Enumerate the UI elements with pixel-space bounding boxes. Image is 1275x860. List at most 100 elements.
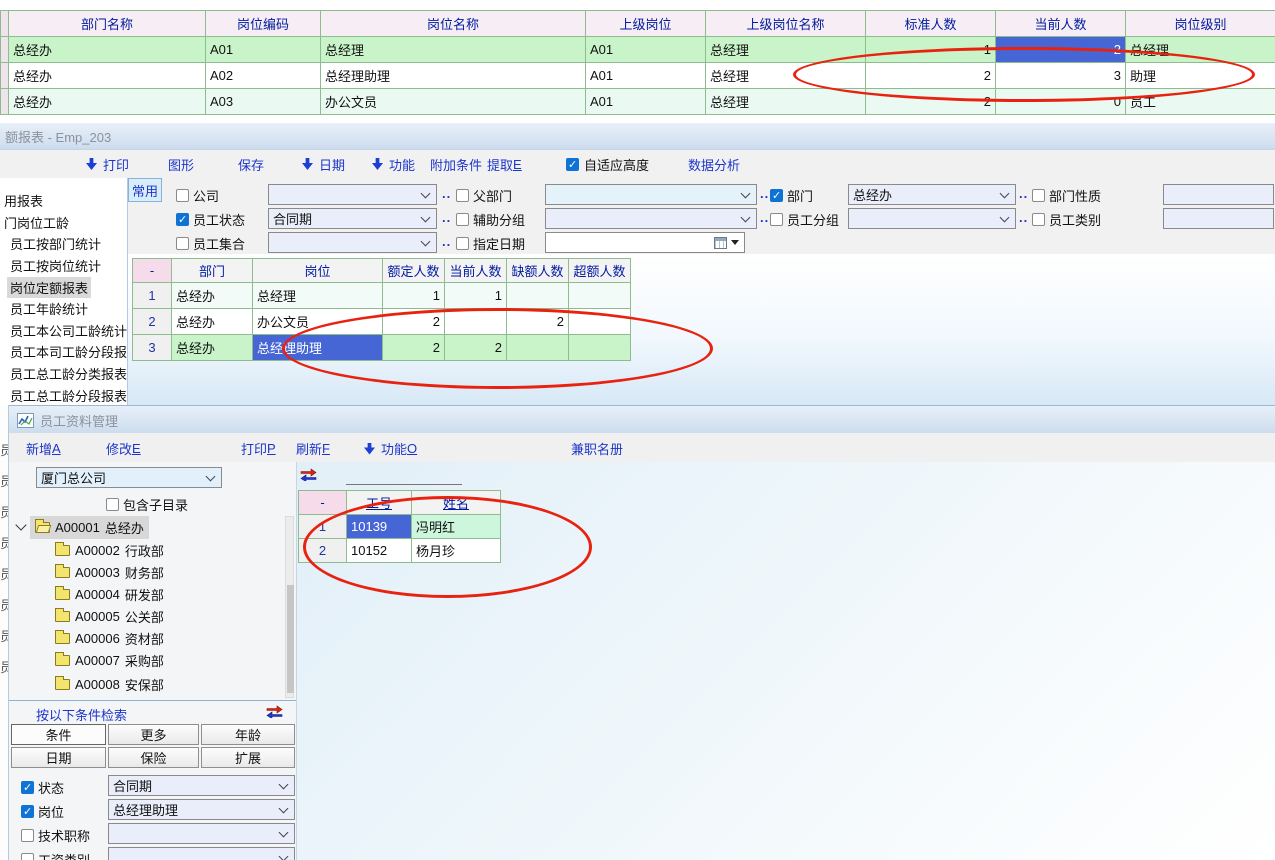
filter-dept[interactable]: 部门 [770,186,813,205]
tab-insurance[interactable]: 保险 [108,747,199,768]
include-subdir-checkbox[interactable] [106,498,119,511]
emp-category-select[interactable] [1163,208,1274,229]
selected-cell[interactable]: 10139 [347,515,412,539]
selected-cell[interactable]: 总经理助理 [253,335,383,361]
status-checkbox[interactable] [21,781,34,794]
dept-checkbox[interactable] [770,189,783,202]
refresh-button[interactable]: 刷新F [296,440,330,457]
sidebar-item[interactable]: 员工按部门统计 [0,233,127,255]
date-button[interactable]: 日期 [302,155,345,173]
extract-button[interactable]: 提取E [487,155,522,173]
graph-button[interactable]: 图形 [168,155,194,173]
tab-condition[interactable]: 条件 [11,724,106,745]
add-button[interactable]: 新增A [26,440,61,457]
tree-item[interactable]: A00006 资材部 [9,627,284,649]
tree-item[interactable]: A00002 行政部 [9,539,284,561]
emp-collection-select[interactable] [268,232,437,253]
filter-emp-category[interactable]: 员工类别 [1032,210,1101,229]
tree-scrollbar[interactable] [285,516,294,698]
emp-status-select[interactable]: 合同期 [268,208,437,229]
company-select[interactable]: 厦门总公司 [36,467,222,488]
company-checkbox[interactable] [176,189,189,202]
filter-aux-group[interactable]: 辅助分组 [456,210,525,229]
parttime-roster-button[interactable]: 兼职名册 [571,440,623,457]
employee-window-titlebar: 员工资料管理 [9,405,1275,434]
sidebar-item[interactable]: 员工总工龄分段报表 [0,384,127,405]
date-picker[interactable] [545,232,745,253]
print-button[interactable]: 打印 [86,155,129,173]
tab-common[interactable]: 常用 [128,178,162,202]
tree-item[interactable]: A00005 公关部 [9,605,284,627]
tech-title-select[interactable] [108,823,295,844]
tree-item[interactable]: A00003 财务部 [9,561,284,583]
tree-item-root[interactable]: A00001 总经办 [9,516,284,538]
filter-dept-nature[interactable]: 部门性质 [1032,186,1101,205]
cond-salary-category[interactable]: 工资类别 [21,850,90,860]
sidebar-item[interactable]: 员工总工龄分类报表 [0,363,127,385]
sidebar-item[interactable]: 员工年龄统计 [0,298,127,320]
swap-icon[interactable] [266,705,283,718]
filter-emp-group[interactable]: 员工分组 [770,210,839,229]
emp-status-checkbox[interactable] [176,213,189,226]
autofit-checkbox[interactable] [566,158,579,171]
cond-status[interactable]: 状态 [21,778,64,797]
filter-emp-collection[interactable]: 员工集合 [176,234,245,253]
sidebar-item[interactable]: 员工按岗位统计 [0,255,127,277]
include-subdir-toggle[interactable]: 包含子目录 [106,495,188,514]
filter-parent-dept[interactable]: 父部门 [456,186,512,205]
col-emp-id[interactable]: 工号 [347,491,412,515]
sidebar-item[interactable]: 门岗位工龄 [0,212,127,234]
filter-emp-status[interactable]: 员工状态 [176,210,245,229]
status-select[interactable]: 合同期 [108,775,295,796]
functions-button[interactable]: 功能O [364,440,417,457]
tree-expander-icon[interactable] [15,519,26,530]
parent-dept-checkbox[interactable] [456,189,469,202]
tree-item[interactable]: A00004 研发部 [9,583,284,605]
col-emp-name[interactable]: 姓名 [412,491,501,515]
print-button[interactable]: 打印P [241,440,276,457]
emp-category-checkbox[interactable] [1032,213,1045,226]
company-select[interactable] [268,184,437,205]
save-button[interactable]: 保存 [238,155,264,173]
sidebar-item[interactable]: 员工本司工龄分段报表 [0,341,127,363]
dept-nature-checkbox[interactable] [1032,189,1045,202]
autofit-toggle[interactable]: 自适应高度 [566,155,649,173]
tab-more[interactable]: 更多 [108,724,199,745]
data-analysis-button[interactable]: 数据分析 [688,155,740,173]
tech-title-checkbox[interactable] [21,829,34,842]
functions-button[interactable]: 功能 [372,155,415,173]
dept-nature-select[interactable] [1163,184,1274,205]
position-table: 部门名称 岗位编码 岗位名称 上级岗位 上级岗位名称 标准人数 当前人数 岗位级… [0,10,1275,115]
cond-post[interactable]: 岗位 [21,802,64,821]
sidebar-item[interactable]: 员工本公司工龄统计 [0,320,127,342]
dept-select[interactable]: 总经办 [848,184,1016,205]
emp-group-checkbox[interactable] [770,213,783,226]
post-select[interactable]: 总经理助理 [108,799,295,820]
aux-group-select[interactable] [545,208,757,229]
sidebar-item[interactable]: 用报表 [0,190,127,212]
emp-group-select[interactable] [848,208,1016,229]
parent-dept-select[interactable] [545,184,757,205]
filter-company[interactable]: 公司 [176,186,219,205]
specified-date-checkbox[interactable] [456,237,469,250]
emp-collection-checkbox[interactable] [176,237,189,250]
post-checkbox[interactable] [21,805,34,818]
aux-group-checkbox[interactable] [456,213,469,226]
cond-tech-title[interactable]: 技术职称 [21,826,90,845]
salary-category-checkbox[interactable] [21,853,34,860]
col-rownum: - [299,491,347,515]
extra-conditions-button[interactable]: 附加条件 [430,155,482,173]
tree-item[interactable]: A00008 安保部 [9,671,284,697]
sidebar-item-selected[interactable]: 岗位定额报表 [0,276,127,298]
edit-button[interactable]: 修改E [106,440,141,457]
quota-table: - 部门 岗位 额定人数 当前人数 缺额人数 超额人数 1 总经办 总经理 1 … [132,258,631,361]
tab-extend[interactable]: 扩展 [201,747,295,768]
tab-date[interactable]: 日期 [11,747,106,768]
filter-specified-date[interactable]: 指定日期 [456,234,525,253]
tree-scrollbar-thumb[interactable] [287,585,294,693]
swap-icon[interactable] [300,468,317,481]
selected-cell[interactable]: 2 [996,37,1126,63]
tab-age[interactable]: 年龄 [201,724,295,745]
tree-item[interactable]: A00007 采购部 [9,649,284,671]
salary-category-select[interactable] [108,847,295,860]
